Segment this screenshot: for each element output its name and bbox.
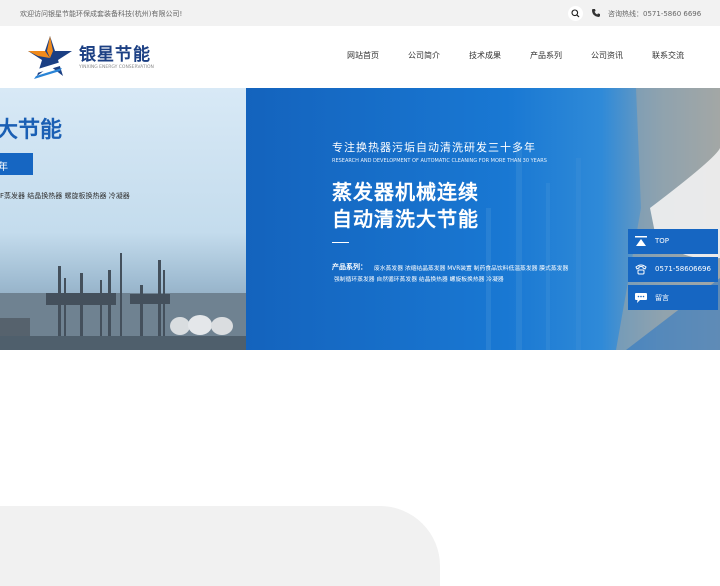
chat-icon — [635, 293, 647, 303]
bottom-decoration — [0, 506, 440, 586]
welcome-text: 欢迎访问银星节能环保成套装备科技(杭州)有限公司! — [20, 10, 183, 18]
top-bar: 欢迎访问银星节能环保成套装备科技(杭州)有限公司! 咨询热线：0571-5860… — [0, 0, 720, 26]
banner-headline-2: 自动清洗大节能 — [332, 207, 479, 231]
plant-background-illustration — [486, 88, 720, 350]
banner-headline-1: 蒸发器机械连续 — [332, 180, 479, 204]
nav-tech[interactable]: 技术成果 — [469, 50, 501, 61]
banner-left-title: 大节能 — [0, 118, 63, 143]
float-message-button[interactable]: 留言 — [628, 285, 718, 310]
banner-slogan-en: RESEARCH AND DEVELOPMENT OF AUTOMATIC CL… — [332, 158, 547, 164]
search-button[interactable] — [568, 6, 583, 21]
float-message-label: 留言 — [655, 294, 669, 302]
hero-banner[interactable]: 大节能 年 F蒸发器 结晶换热器 螺旋板换热器 冷凝器 专注换热器污垢自动清洗研… — [0, 88, 720, 350]
banner-left-tag: 年 — [0, 153, 33, 175]
nav-home[interactable]: 网站首页 — [347, 50, 379, 61]
logo[interactable]: 银星节能 YINXING ENERGY CONSERVATION — [24, 36, 164, 80]
phone-icon — [592, 9, 600, 17]
banner-slide-right: 专注换热器污垢自动清洗研发三十多年 RESEARCH AND DEVELOPME… — [246, 88, 720, 350]
site-header: 银星节能 YINXING ENERGY CONSERVATION 网站首页 公司… — [0, 26, 720, 88]
back-to-top-label: TOP — [655, 237, 670, 245]
banner-products-row-2: 强制循环蒸发器 自然循环蒸发器 结晶换热器 螺旋板换热器 冷凝器 — [334, 277, 504, 283]
banner-left-tag-text: 年 — [0, 162, 8, 173]
back-to-top-button[interactable]: TOP — [628, 229, 718, 254]
nav-news[interactable]: 公司资讯 — [591, 50, 623, 61]
nav-about[interactable]: 公司简介 — [408, 50, 440, 61]
banner-products-label: 产品系列： — [332, 263, 367, 271]
logo-name: 银星节能 — [79, 45, 151, 65]
float-phone-number: 0571-58606696 — [655, 265, 711, 273]
logo-english-name: YINXING ENERGY CONSERVATION — [79, 65, 154, 70]
banner-left-products: F蒸发器 结晶换热器 螺旋板换热器 冷凝器 — [0, 192, 130, 200]
star-logo-icon — [28, 36, 72, 79]
banner-products-row-1: 废水蒸发器 浓缩结晶蒸发器 MVR装置 制药食品饮料低温蒸发器 膜式蒸发器 — [374, 266, 569, 272]
banner-slogan: 专注换热器污垢自动清洗研发三十多年 — [332, 141, 536, 154]
search-icon — [571, 9, 580, 18]
telephone-icon — [635, 264, 647, 275]
hotline-text: 咨询热线：0571-5860 6696 — [608, 10, 702, 18]
nav-contact[interactable]: 联系交流 — [652, 50, 684, 61]
arrow-up-icon — [635, 236, 647, 246]
banner-divider — [332, 242, 349, 243]
nav-products[interactable]: 产品系列 — [530, 50, 562, 61]
float-phone-button[interactable]: 0571-58606696 — [628, 257, 718, 282]
banner-slide-left: 大节能 年 F蒸发器 结晶换热器 螺旋板换热器 冷凝器 — [0, 88, 246, 350]
